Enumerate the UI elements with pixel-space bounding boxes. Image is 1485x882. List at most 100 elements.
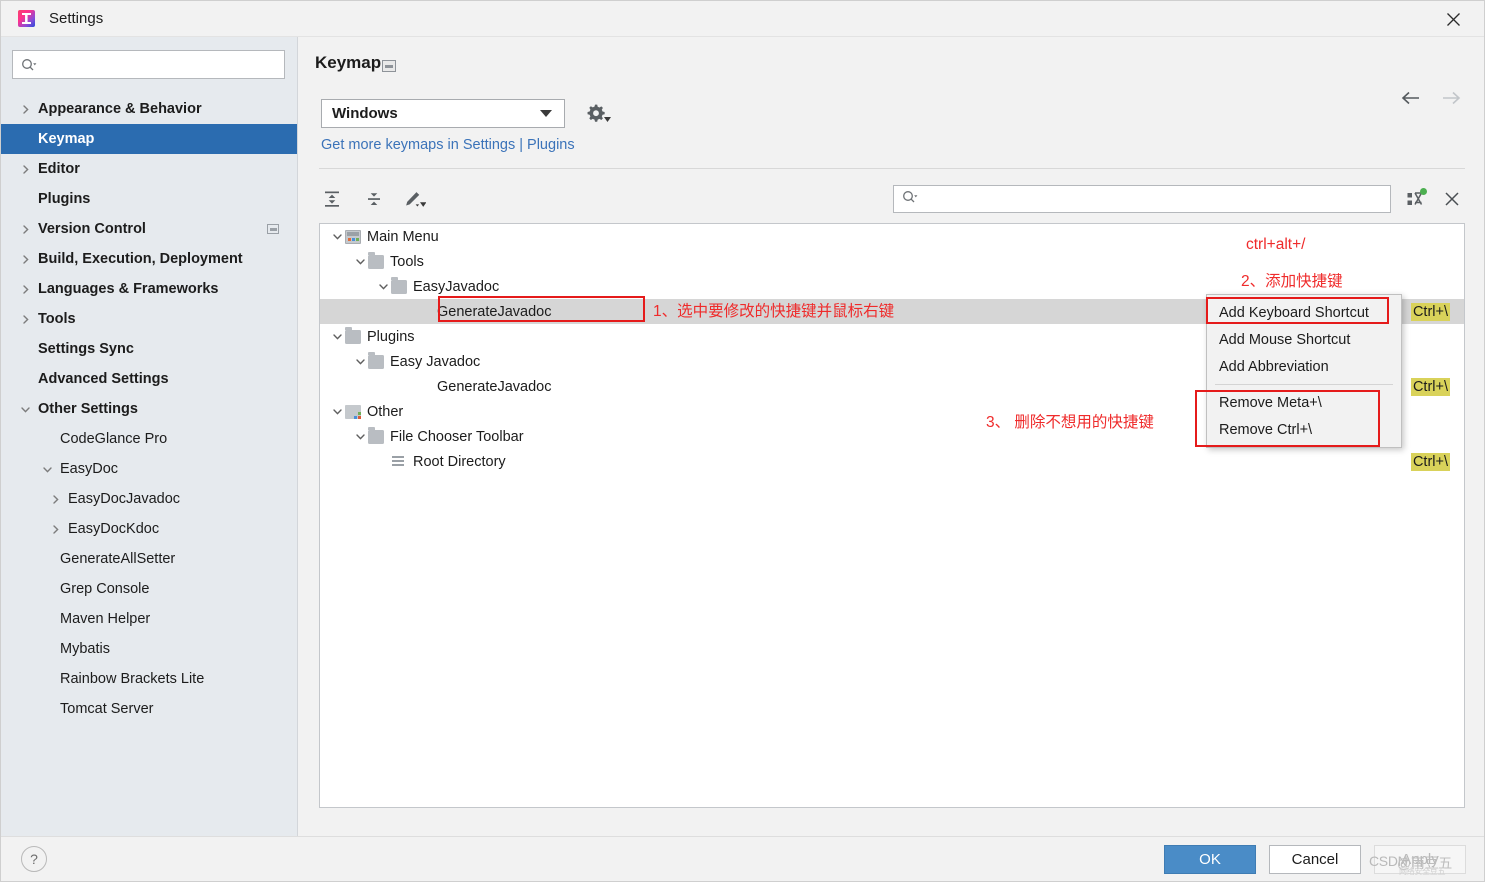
folder-icon	[368, 251, 384, 269]
sidebar-item-keymap[interactable]: Keymap	[1, 124, 297, 154]
keymap-search-input[interactable]	[893, 185, 1391, 213]
sidebar-item-easydockdoc[interactable]: EasyDocKdoc	[1, 514, 297, 544]
close-icon[interactable]	[1439, 185, 1465, 213]
chevron-down-icon[interactable]	[39, 464, 55, 475]
sidebar-item-mybatis[interactable]: Mybatis	[1, 634, 297, 664]
chevron-right-icon[interactable]	[17, 254, 33, 265]
dialog-footer: ? OK Cancel Apply	[1, 836, 1484, 881]
keymap-select[interactable]: Windows	[321, 99, 565, 128]
sidebar-item-tools[interactable]: Tools	[1, 304, 297, 334]
sidebar-item-label: Maven Helper	[60, 611, 151, 627]
filter-icon[interactable]	[1401, 185, 1431, 213]
tree-row-label: EasyJavadoc	[413, 278, 500, 295]
annotation-text: 2、添加快捷键	[1241, 273, 1343, 290]
sidebar-item-label: Editor	[38, 161, 80, 177]
sidebar-item-other-settings[interactable]: Other Settings	[1, 394, 297, 424]
chevron-right-icon[interactable]	[17, 284, 33, 295]
expand-all-icon[interactable]	[319, 186, 345, 212]
context-menu-item-remove-ctrl[interactable]: Remove Ctrl+\	[1207, 416, 1401, 443]
chevron-down-icon[interactable]	[17, 404, 33, 415]
tree-row-label: Root Directory	[413, 453, 506, 470]
sidebar-item-label: EasyDocKdoc	[68, 521, 160, 537]
chevron-down-icon[interactable]	[353, 256, 368, 267]
sidebar-item-label: Tomcat Server	[60, 701, 154, 717]
sidebar-item-maven-helper[interactable]: Maven Helper	[1, 604, 297, 634]
search-icon	[21, 58, 38, 72]
sidebar-item-label: Version Control	[38, 221, 146, 237]
chevron-right-icon[interactable]	[47, 494, 63, 505]
chevron-right-icon[interactable]	[17, 224, 33, 235]
chevron-down-icon[interactable]	[330, 406, 345, 417]
collapse-all-icon[interactable]	[361, 186, 387, 212]
page-title: Keymap	[315, 53, 382, 72]
folder-icon	[391, 276, 407, 294]
title-bar: Settings	[1, 1, 1484, 37]
sidebar-item-label: Build, Execution, Deployment	[38, 251, 243, 267]
window-title: Settings	[49, 10, 104, 27]
get-more-keymaps-link[interactable]: Get more keymaps in Settings | Plugins	[321, 137, 575, 153]
sidebar-item-label: CodeGlance Pro	[60, 431, 168, 447]
apply-button[interactable]: Apply	[1374, 845, 1466, 874]
settings-sidebar: Appearance & Behavior Keymap Editor Plugins…	[1, 37, 298, 838]
arrow-left-icon[interactable]	[1400, 87, 1422, 109]
other-icon	[345, 404, 361, 419]
context-menu-item-remove-meta[interactable]: Remove Meta+\	[1207, 389, 1401, 416]
sidebar-item-editor[interactable]: Editor	[1, 154, 297, 184]
sidebar-item-label: Other Settings	[38, 401, 138, 417]
sidebar-item-tomcat-server[interactable]: Tomcat Server	[1, 694, 297, 724]
chevron-down-icon[interactable]	[330, 231, 345, 242]
folder-icon	[345, 326, 361, 344]
annotation-text: 3、 删除不想用的快捷键	[986, 414, 1154, 431]
tree-row-label: Easy Javadoc	[390, 353, 481, 370]
sidebar-item-easydoc[interactable]: EasyDoc	[1, 454, 297, 484]
sidebar-item-label: Appearance & Behavior	[38, 101, 202, 117]
chevron-down-icon[interactable]	[353, 431, 368, 442]
keymap-select-value: Windows	[332, 105, 398, 122]
sidebar-item-label: Grep Console	[60, 581, 150, 597]
sidebar-item-codeglance-pro[interactable]: CodeGlance Pro	[1, 424, 297, 454]
main-menu-icon	[345, 229, 361, 244]
arrow-right-icon[interactable]	[1440, 87, 1462, 109]
cancel-button[interactable]: Cancel	[1269, 845, 1361, 874]
ok-button[interactable]: OK	[1164, 845, 1256, 874]
edit-pencil-icon[interactable]	[403, 186, 429, 212]
sidebar-item-languages-frameworks[interactable]: Languages & Frameworks	[1, 274, 297, 304]
context-menu-item-add-mouse-shortcut[interactable]: Add Mouse Shortcut	[1207, 326, 1401, 353]
folder-icon	[368, 351, 384, 369]
sidebar-item-version-control[interactable]: Version Control	[1, 214, 297, 244]
context-menu-item-add-abbreviation[interactable]: Add Abbreviation	[1207, 353, 1401, 380]
sidebar-item-label: Settings Sync	[38, 341, 134, 357]
sidebar-item-advanced-settings[interactable]: Advanced Settings	[1, 364, 297, 394]
sidebar-item-settings-sync[interactable]: Settings Sync	[1, 334, 297, 364]
settings-dialog: Settings Appearance & Behavior Keymap Edit…	[0, 0, 1485, 882]
sidebar-item-rainbow-brackets-lite[interactable]: Rainbow Brackets Lite	[1, 664, 297, 694]
chevron-right-icon[interactable]	[17, 104, 33, 115]
sidebar-item-list: Appearance & Behavior Keymap Editor Plugins…	[1, 94, 297, 724]
tree-row[interactable]: Root Directory Ctrl+\	[320, 449, 1464, 474]
chevron-right-icon[interactable]	[47, 524, 63, 535]
keymap-context-menu: Add Keyboard Shortcut Add Mouse Shortcut A…	[1206, 294, 1402, 448]
sidebar-item-generateallsetter[interactable]: GenerateAllSetter	[1, 544, 297, 574]
context-menu-item-add-keyboard-shortcut[interactable]: Add Keyboard Shortcut	[1207, 299, 1401, 326]
sidebar-item-grep-console[interactable]: Grep Console	[1, 574, 297, 604]
chevron-right-icon[interactable]	[17, 164, 33, 175]
sidebar-item-label: Advanced Settings	[38, 371, 169, 387]
chevron-down-icon[interactable]	[353, 356, 368, 367]
search-input[interactable]	[12, 50, 285, 79]
chevron-right-icon[interactable]	[17, 314, 33, 325]
gear-icon[interactable]	[584, 99, 614, 128]
shortcut-badge: Ctrl+\	[1410, 377, 1450, 396]
chevron-down-icon[interactable]	[376, 281, 391, 292]
tree-row-label: Main Menu	[367, 228, 439, 245]
sidebar-item-easydocjavadoc[interactable]: EasyDocJavadoc	[1, 484, 297, 514]
sidebar-item-label: EasyDoc	[60, 461, 119, 477]
sidebar-item-plugins[interactable]: Plugins	[1, 184, 297, 214]
sidebar-item-build-execution-deployment[interactable]: Build, Execution, Deployment	[1, 244, 297, 274]
help-button[interactable]: ?	[21, 846, 47, 872]
find-bar	[893, 183, 1465, 215]
close-icon[interactable]	[1430, 1, 1476, 37]
shortcut-badge: Ctrl+\	[1410, 452, 1450, 471]
chevron-down-icon[interactable]	[330, 331, 345, 342]
sidebar-item-appearance-behavior[interactable]: Appearance & Behavior	[1, 94, 297, 124]
folder-icon	[368, 426, 384, 444]
